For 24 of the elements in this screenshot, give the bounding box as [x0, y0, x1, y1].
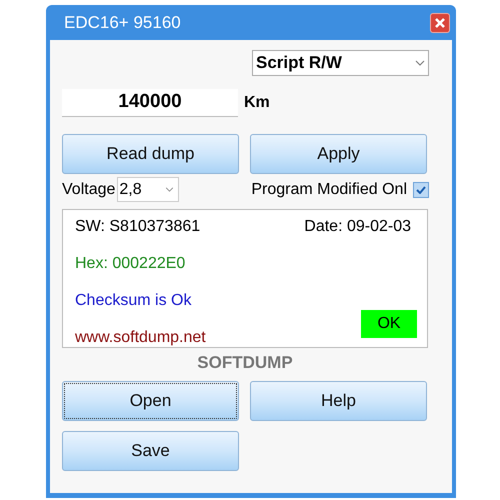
mode-dropdown[interactable]: Script R/W	[252, 50, 429, 76]
checkmark-icon	[416, 186, 426, 194]
checkbox[interactable]	[413, 182, 429, 198]
info-text: Hex: 000222E0	[75, 254, 186, 274]
info-text: Checksum is Ok	[75, 291, 192, 311]
mileage-field[interactable]: 140000	[62, 89, 238, 117]
window-title: EDC16+ 95160	[64, 12, 181, 34]
sw-text: SW: S810373861	[75, 217, 200, 237]
button[interactable]: Save	[62, 430, 239, 470]
close-icon[interactable]	[430, 12, 450, 32]
unit-label: Km	[244, 93, 270, 113]
info-text: www.softdump.net	[75, 328, 206, 348]
date-text: Date: 09-02-03	[304, 217, 411, 237]
voltage-dropdown[interactable]: 2,8	[117, 177, 180, 202]
voltage-label: Voltage	[62, 180, 116, 200]
button[interactable]: Apply	[250, 134, 427, 174]
button[interactable]: Open	[62, 380, 239, 420]
button[interactable]: Help	[250, 380, 427, 420]
chevron-down-icon	[415, 60, 425, 66]
button[interactable]: Read dump	[62, 134, 239, 174]
status-badge: OK	[361, 310, 417, 338]
chevron-down-icon	[165, 187, 174, 192]
brand-text: SOFTDUMP	[196, 352, 294, 374]
checkbox-label: Program Modified Onl	[251, 180, 407, 200]
